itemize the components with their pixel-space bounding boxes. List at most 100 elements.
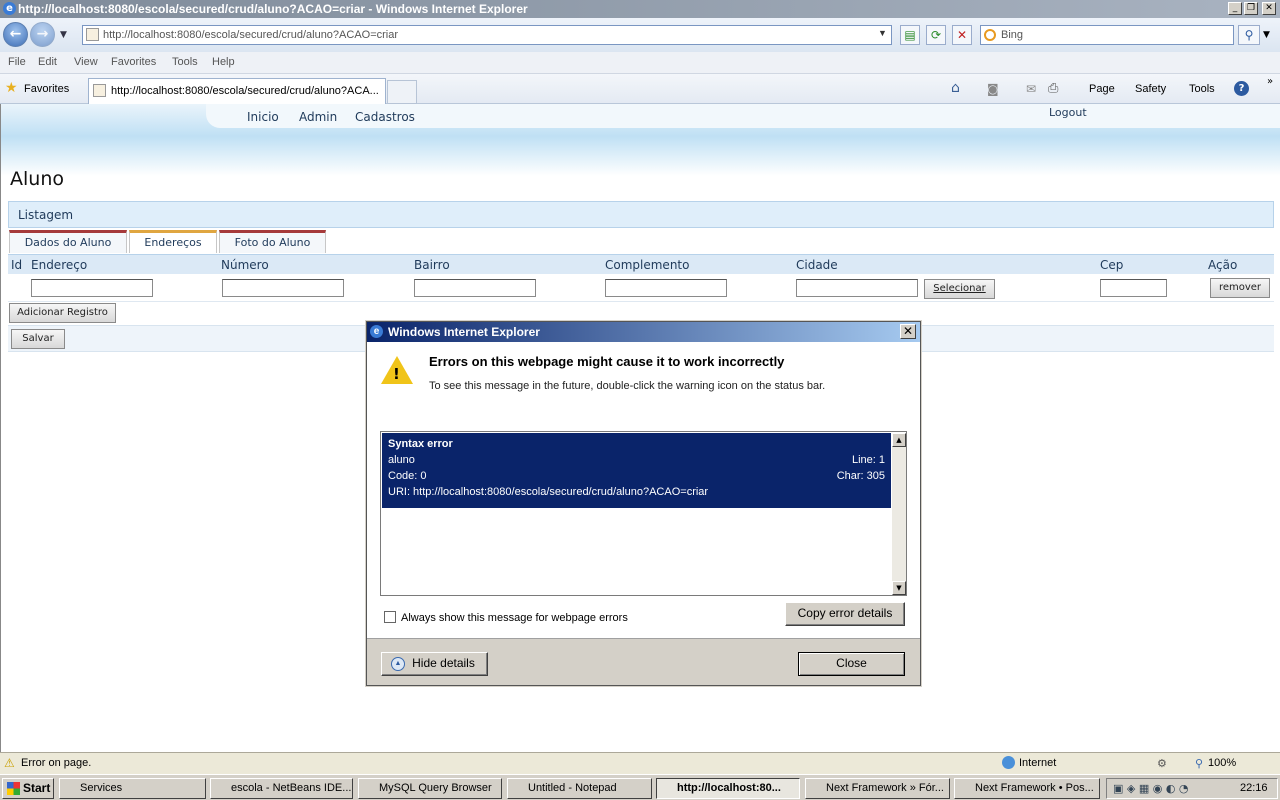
- start-button[interactable]: Start: [2, 778, 54, 799]
- menu-edit[interactable]: Edit: [38, 56, 57, 68]
- menu-tools[interactable]: Tools: [172, 56, 198, 68]
- task-ie-localhost-label: http://localhost:80...: [677, 782, 781, 794]
- task-notepad[interactable]: Untitled - Notepad: [507, 778, 652, 799]
- nav-inicio[interactable]: Inicio: [247, 110, 279, 124]
- close-window-button[interactable]: ✕: [1262, 2, 1276, 15]
- stop-icon[interactable]: ✕: [952, 25, 972, 45]
- endereco-input[interactable]: [31, 279, 153, 297]
- dialog-close-icon[interactable]: ✕: [900, 324, 916, 339]
- error-details-box[interactable]: Syntax error aluno Line: 1 Code: 0 Char:…: [380, 431, 907, 596]
- nav-cadastros[interactable]: Cadastros: [355, 110, 415, 124]
- numero-input[interactable]: [222, 279, 344, 297]
- refresh-icon[interactable]: ⟳: [926, 25, 946, 45]
- new-tab-button[interactable]: [387, 80, 417, 104]
- error-line: Line: 1: [851, 454, 885, 466]
- zone-label: Internet: [1019, 757, 1057, 769]
- dialog-message: Errors on this webpage might cause it to…: [429, 354, 785, 369]
- cep-input[interactable]: [1100, 279, 1167, 297]
- hide-details-button[interactable]: ▲ Hide details: [381, 652, 488, 676]
- print-icon[interactable]: ⎙: [1048, 81, 1058, 96]
- menu-view[interactable]: View: [74, 56, 98, 68]
- task-netbeans[interactable]: escola - NetBeans IDE...: [210, 778, 353, 799]
- remover-button[interactable]: remover: [1210, 278, 1270, 298]
- task-mysql-label: MySQL Query Browser: [379, 782, 492, 794]
- dialog-ie-icon: e: [370, 325, 383, 338]
- task-services[interactable]: Services: [59, 778, 206, 799]
- favorites-bar: ★ Favorites http://localhost:8080/escola…: [0, 74, 1280, 104]
- task-next-framework-2[interactable]: Next Framework • Pos...: [954, 778, 1100, 799]
- minimize-button[interactable]: _: [1228, 2, 1242, 15]
- restore-button[interactable]: ❐: [1244, 2, 1258, 15]
- dialog-title-bar[interactable]: e Windows Internet Explorer ✕: [367, 322, 920, 342]
- globe-icon: [1002, 756, 1015, 769]
- protected-mode-icon[interactable]: ⚙: [1157, 757, 1167, 770]
- task-mysql[interactable]: MySQL Query Browser: [358, 778, 502, 799]
- search-box[interactable]: Bing: [980, 25, 1234, 45]
- home-icon[interactable]: ⌂: [951, 80, 960, 96]
- zoom-level[interactable]: 100%: [1208, 757, 1236, 769]
- cidade-input[interactable]: [796, 279, 918, 297]
- page-menu[interactable]: Page: [1089, 83, 1115, 95]
- bairro-input[interactable]: [414, 279, 536, 297]
- clock[interactable]: 22:16: [1240, 782, 1268, 794]
- safety-menu[interactable]: Safety: [1135, 83, 1166, 95]
- dialog-footer: ▲ Hide details Close: [367, 638, 920, 685]
- listagem-bar: Listagem: [8, 201, 1274, 228]
- compatibility-icon[interactable]: ▤: [900, 25, 920, 45]
- forward-button[interactable]: →: [30, 22, 55, 47]
- history-dropdown-icon[interactable]: ▼: [60, 30, 67, 40]
- tray-icons[interactable]: ▣ ◈ ▦ ◉ ◐ ◔: [1113, 782, 1189, 795]
- close-button[interactable]: Close: [798, 652, 905, 676]
- copy-error-details-button[interactable]: Copy error details: [785, 602, 905, 626]
- star-icon: ★: [5, 80, 18, 96]
- always-show-checkbox[interactable]: [384, 611, 396, 623]
- tools-menu[interactable]: Tools: [1189, 83, 1215, 95]
- task-notepad-label: Untitled - Notepad: [528, 782, 617, 794]
- task-services-label: Services: [80, 782, 123, 794]
- tab-enderecos[interactable]: Endereços: [129, 230, 217, 253]
- bing-icon: [984, 29, 996, 41]
- complemento-input[interactable]: [605, 279, 727, 297]
- table-header: Id Endereço Número Bairro Complemento Ci…: [8, 254, 1274, 274]
- error-entry[interactable]: Syntax error aluno Line: 1 Code: 0 Char:…: [382, 433, 891, 508]
- help-icon[interactable]: ?: [1234, 81, 1249, 96]
- browser-tab[interactable]: http://localhost:8080/escola/secured/cru…: [88, 78, 386, 104]
- adicionar-registro-button[interactable]: Adicionar Registro: [9, 303, 116, 323]
- menu-help[interactable]: Help: [212, 56, 235, 68]
- back-button[interactable]: ←: [3, 22, 28, 47]
- status-message: Error on page.: [21, 757, 92, 769]
- always-show-label[interactable]: Always show this message for webpage err…: [401, 612, 628, 624]
- feeds-icon[interactable]: ◙: [987, 82, 999, 96]
- scroll-down-icon[interactable]: ▼: [892, 581, 906, 595]
- task-ie-localhost[interactable]: http://localhost:80...: [656, 778, 800, 799]
- address-dropdown-icon[interactable]: ▼: [878, 28, 887, 38]
- menu-favorites[interactable]: Favorites: [111, 56, 156, 68]
- site-nav-band: Inicio Admin Cadastros: [206, 104, 1280, 128]
- chevron-more-icon[interactable]: »: [1267, 76, 1273, 87]
- error-scrollbar[interactable]: ▲ ▼: [892, 433, 906, 595]
- collapse-icon: ▲: [391, 657, 405, 671]
- favorites-button[interactable]: Favorites: [24, 83, 69, 95]
- search-icon[interactable]: ⚲: [1238, 25, 1260, 45]
- tab-foto-do-aluno[interactable]: Foto do Aluno: [219, 230, 326, 253]
- status-bar: ⚠ Error on page. Internet ⚙ ⚲ 100%: [0, 752, 1280, 774]
- menu-file[interactable]: File: [8, 56, 26, 68]
- address-bar[interactable]: http://localhost:8080/escola/secured/cru…: [82, 25, 892, 45]
- system-tray: ▣ ◈ ▦ ◉ ◐ ◔ 22:16: [1106, 778, 1278, 799]
- search-options-icon[interactable]: ▼: [1263, 30, 1270, 40]
- row-divider: [8, 301, 1274, 302]
- task-next-framework-1[interactable]: Next Framework » Fór...: [805, 778, 950, 799]
- salvar-button[interactable]: Salvar: [11, 329, 65, 349]
- window-title-bar[interactable]: e http://localhost:8080/escola/secured/c…: [0, 0, 1280, 18]
- scroll-up-icon[interactable]: ▲: [892, 433, 906, 447]
- logout-link[interactable]: Logout: [1049, 106, 1087, 119]
- listagem-label: Listagem: [18, 208, 74, 222]
- mail-icon[interactable]: ✉: [1026, 82, 1036, 96]
- warning-status-icon[interactable]: ⚠: [4, 756, 15, 770]
- tab-dados-do-aluno[interactable]: Dados do Aluno: [9, 230, 127, 253]
- taskbar: Start Services escola - NetBeans IDE... …: [0, 774, 1280, 800]
- nav-admin[interactable]: Admin: [299, 110, 337, 124]
- selecionar-button[interactable]: Selecionar: [924, 279, 995, 299]
- menu-bar: File Edit View Favorites Tools Help: [0, 52, 1280, 74]
- col-complemento: Complemento: [605, 258, 690, 272]
